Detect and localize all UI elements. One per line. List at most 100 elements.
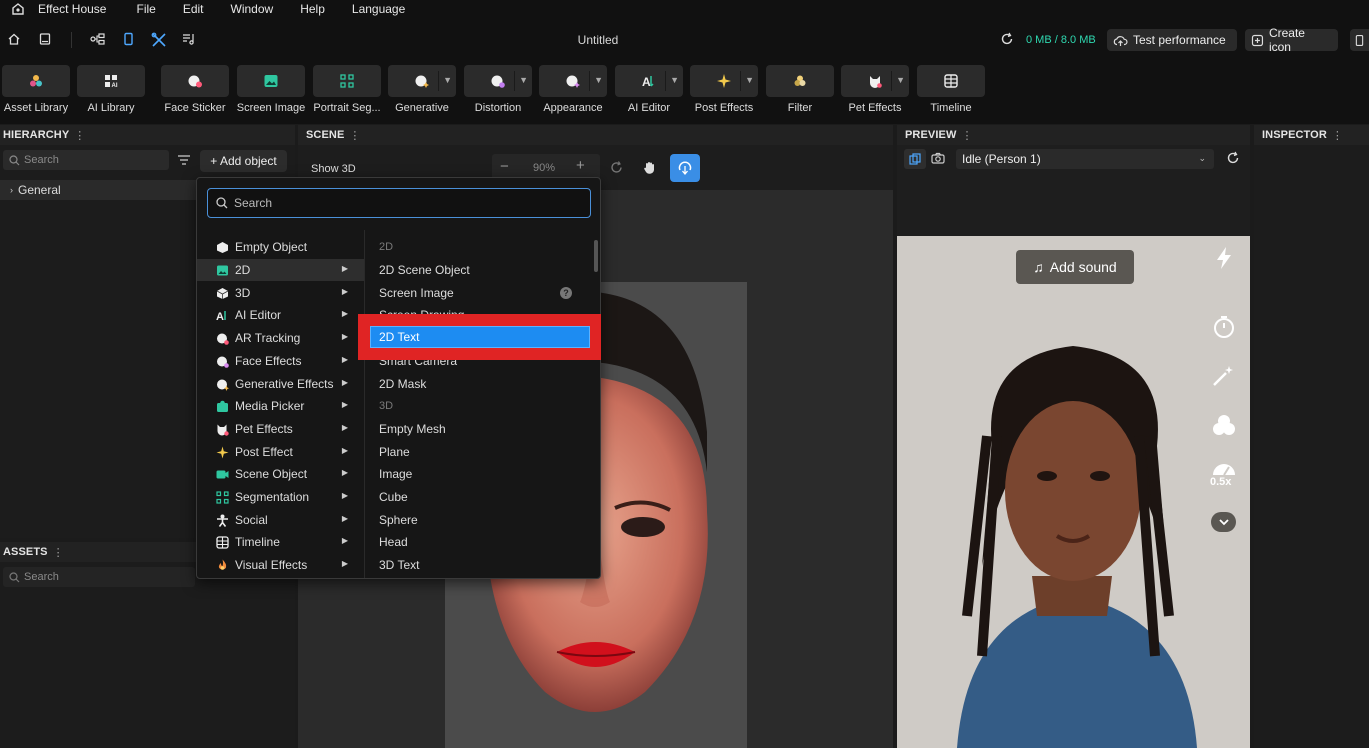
submenu-item-3d-text[interactable]: 3D Text [379, 554, 594, 576]
hierarchy-search-input[interactable]: Search [3, 150, 169, 170]
submenu-item-plane[interactable]: Plane [379, 441, 594, 463]
device-button[interactable] [1350, 29, 1369, 51]
timeline-icon [944, 74, 958, 88]
orbit-tool-button[interactable] [670, 154, 700, 182]
submenu-item-2d-text[interactable]: 2D Text [370, 326, 590, 348]
tool-face-sticker[interactable]: Face Sticker [161, 65, 229, 121]
category-ai-editor[interactable]: A AI Editor ▶ [197, 304, 364, 326]
filter-list-icon[interactable] [177, 154, 191, 169]
menu-window[interactable]: Window [231, 2, 274, 16]
audio-icon[interactable] [181, 32, 197, 48]
tool-label: AI Library [87, 102, 135, 114]
speed-value: 0.5x [1210, 476, 1232, 488]
scene-more-icon[interactable]: ⋮ [349, 129, 360, 142]
home-icon[interactable] [7, 32, 23, 48]
preview-mode-select[interactable]: Idle (Person 1) ⌄ [956, 149, 1214, 169]
preview-header: PREVIEW ⋮ [897, 125, 1250, 145]
more-options-button[interactable] [1211, 512, 1236, 532]
face-effects-icon [215, 354, 229, 368]
assets-panel [0, 562, 295, 748]
inspector-more-icon[interactable]: ⋮ [1332, 129, 1343, 142]
tool-timeline[interactable]: Timeline [917, 65, 985, 121]
category-3d[interactable]: 3D ▶ [197, 282, 364, 304]
preview-refresh-icon[interactable] [1226, 151, 1240, 168]
camera-icon[interactable] [931, 152, 945, 167]
app-logo-icon[interactable] [10, 2, 26, 16]
menu-file[interactable]: File [136, 2, 155, 16]
category-media-picker[interactable]: Media Picker ▶ [197, 395, 364, 417]
timer-icon[interactable] [1212, 315, 1236, 342]
add-sound-button[interactable]: ♫ Add sound [1016, 250, 1134, 284]
toolbar-divider [71, 32, 72, 48]
category-2d[interactable]: 2D ▶ [197, 259, 364, 281]
tool-pet-effects[interactable]: ▼ Pet Effects [841, 65, 909, 121]
zoom-in-button[interactable]: + [576, 157, 585, 174]
tool-label: Appearance [543, 102, 603, 114]
category-face-effects[interactable]: Face Effects ▶ [197, 350, 364, 372]
tool-ai-library[interactable]: AI AI Library [77, 65, 145, 121]
tool-ai-editor[interactable]: A ▼ AI Editor [615, 65, 683, 121]
category-social[interactable]: Social ▶ [197, 509, 364, 531]
empty-object-icon [215, 240, 229, 254]
submenu-item-cube[interactable]: Cube [379, 486, 594, 508]
category-empty-object[interactable]: Empty Object [197, 236, 364, 258]
save-icon[interactable] [38, 32, 54, 48]
submenu-item-2d-scene-object[interactable]: 2D Scene Object [379, 259, 594, 281]
tool-filter[interactable]: Filter [766, 65, 834, 121]
category-post-effect[interactable]: Post Effect ▶ [197, 441, 364, 463]
search-icon [216, 197, 228, 209]
magic-wand-icon[interactable] [1211, 364, 1237, 391]
submenu-item-sphere[interactable]: Sphere [379, 509, 594, 531]
assets-more-icon[interactable]: ⋮ [53, 546, 64, 559]
submenu-arrow-icon: ▶ [341, 446, 348, 455]
submenu-item-head[interactable]: Head [379, 531, 594, 553]
tool-portrait-seg[interactable]: Portrait Seg... [313, 65, 381, 121]
reset-view-icon[interactable] [609, 160, 624, 178]
preview-camera-feed[interactable] [897, 236, 1250, 748]
tool-generative[interactable]: ▼ Generative [388, 65, 456, 121]
hierarchy-more-icon[interactable]: ⋮ [74, 129, 85, 142]
tool-post-effects[interactable]: ▼ Post Effects [690, 65, 758, 121]
chevron-right-icon[interactable]: › [10, 185, 13, 195]
assets-title: ASSETS [3, 546, 48, 558]
category-generative-effects[interactable]: Generative Effects ▶ [197, 373, 364, 395]
preview-copy-button[interactable] [904, 149, 926, 169]
node-graph-icon[interactable] [90, 32, 106, 48]
submenu-scrollbar[interactable] [594, 240, 598, 272]
zoom-out-button[interactable]: − [500, 158, 509, 175]
create-icon-button[interactable]: Create icon [1245, 26, 1338, 54]
category-pet-effects[interactable]: Pet Effects ▶ [197, 418, 364, 440]
preview-more-icon[interactable]: ⋮ [961, 129, 972, 142]
submenu-item-screen-image[interactable]: Screen Image ? [379, 282, 594, 304]
help-icon[interactable]: ? [560, 287, 572, 299]
phone-preview-icon[interactable] [121, 32, 137, 48]
category-scene-object[interactable]: Scene Object ▶ [197, 463, 364, 485]
menu-language[interactable]: Language [352, 2, 405, 16]
add-object-button[interactable]: + Add object [200, 150, 287, 172]
tool-asset-library[interactable]: Asset Library [2, 65, 70, 121]
submenu-item-image[interactable]: Image [379, 463, 594, 485]
category-segmentation[interactable]: Segmentation ▶ [197, 486, 364, 508]
submenu-item-empty-mesh[interactable]: Empty Mesh [379, 418, 594, 440]
submenu-item-2d-mask[interactable]: 2D Mask [379, 373, 594, 395]
tool-screen-image[interactable]: Screen Image [237, 65, 305, 121]
flash-icon[interactable] [1214, 246, 1234, 273]
category-timeline[interactable]: Timeline ▶ [197, 531, 364, 553]
submenu-section-3d: 3D [379, 400, 394, 412]
hierarchy-item-general[interactable]: › General [0, 180, 196, 200]
refresh-icon[interactable] [1000, 32, 1016, 48]
tool-appearance[interactable]: ▼ Appearance [539, 65, 607, 121]
tool-distortion[interactable]: ▼ Distortion [464, 65, 532, 121]
show-3d-toggle[interactable]: Show 3D [311, 163, 356, 175]
test-performance-button[interactable]: Test performance [1107, 29, 1237, 51]
menu-edit[interactable]: Edit [183, 2, 204, 16]
pan-tool-button[interactable] [636, 154, 664, 182]
zoom-level[interactable]: 90% [533, 162, 555, 174]
add-object-search-input[interactable]: Search [207, 188, 591, 218]
category-ar-tracking[interactable]: AR Tracking ▶ [197, 327, 364, 349]
category-visual-effects[interactable]: Visual Effects ▶ [197, 554, 364, 576]
filters-icon[interactable] [1210, 412, 1238, 441]
assets-search-input[interactable]: Search [3, 567, 195, 587]
tools-icon[interactable] [151, 32, 167, 48]
menu-help[interactable]: Help [300, 2, 325, 16]
